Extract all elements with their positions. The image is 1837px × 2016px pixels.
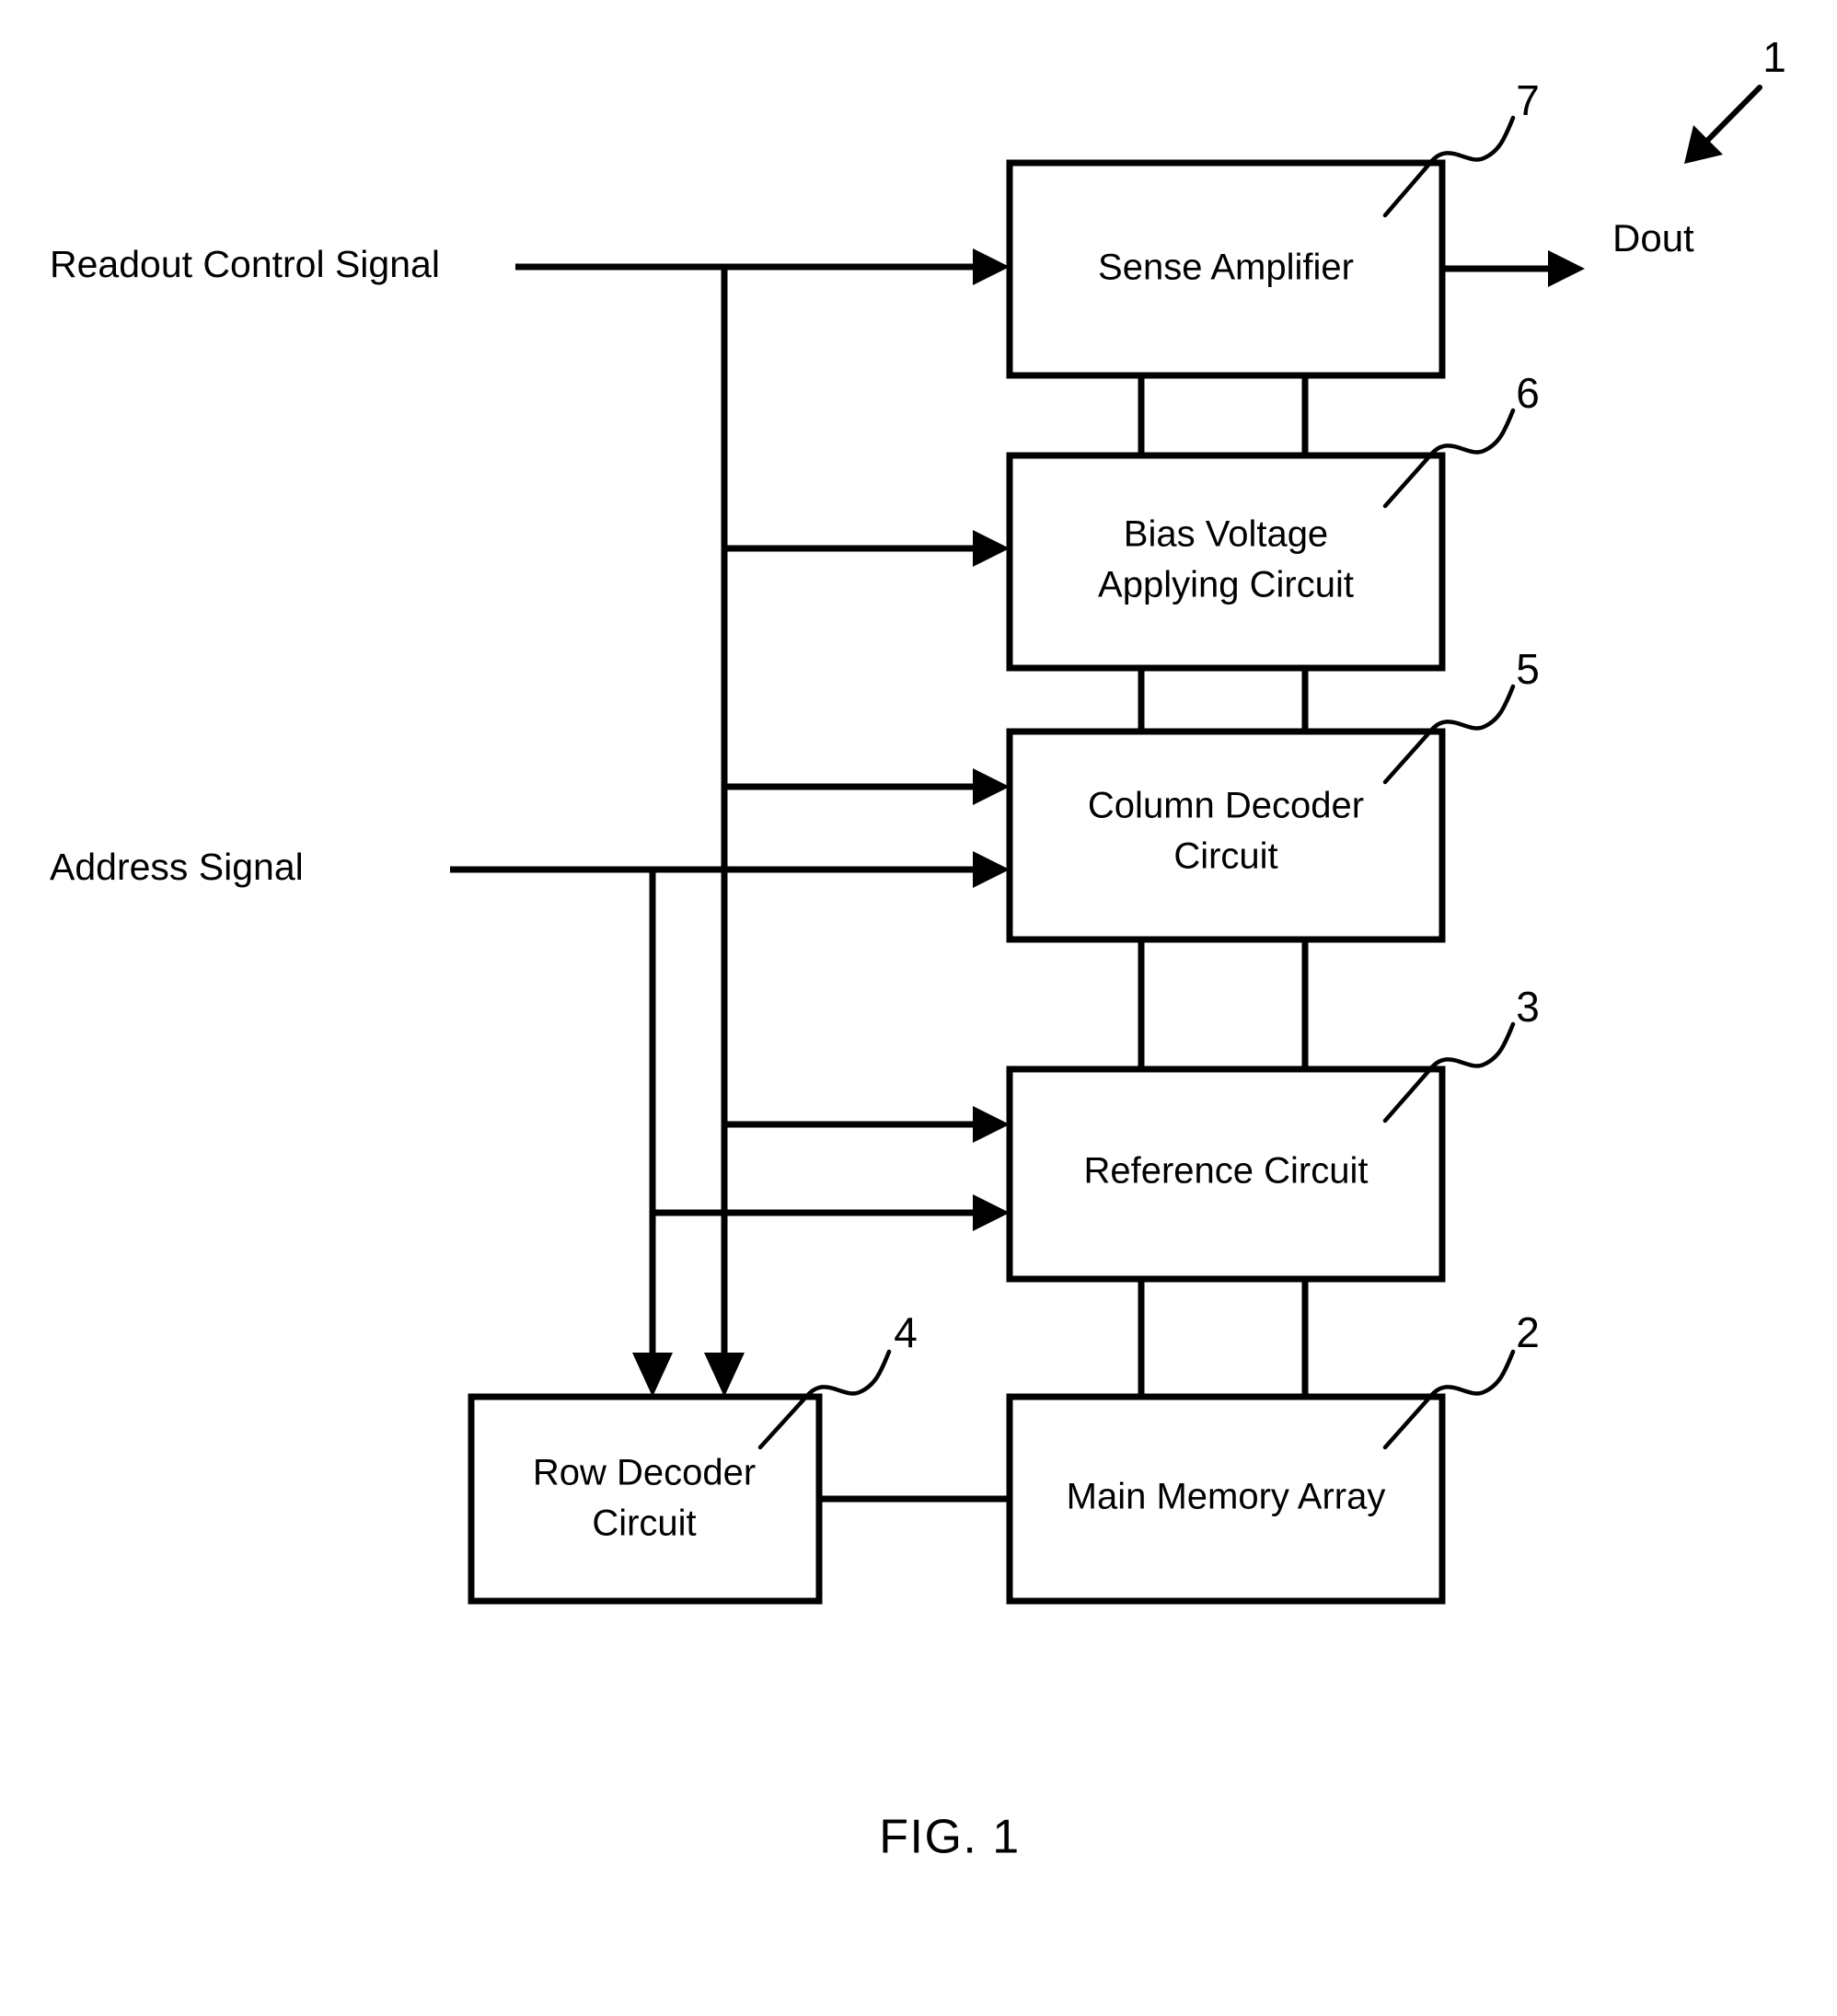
ref-number-7: 7 <box>1516 76 1540 124</box>
arrowhead-readout-to-sense-amplifier <box>973 248 1010 285</box>
label-sense-amplifier: Sense Amplifier <box>1098 248 1354 288</box>
label-column-decoder-line1: Column Decoder <box>1088 786 1364 826</box>
block-bias-voltage-applying-circuit <box>1006 452 1446 672</box>
label-column-decoder-line2: Circuit <box>1173 836 1277 877</box>
label-dout: Dout <box>1612 216 1694 259</box>
arrowhead-address-to-reference-circuit <box>973 1194 1010 1231</box>
arrowhead-address-to-column-decoder <box>973 851 1010 888</box>
ref-number-3: 3 <box>1516 983 1540 1031</box>
block-diagram-canvas: Sense Amplifier Bias Voltage Applying Ci… <box>50 33 1786 1864</box>
label-address-signal: Address Signal <box>50 846 304 888</box>
arrowhead-readout-to-column-decoder <box>973 768 1010 805</box>
arrowhead-dout <box>1548 250 1585 287</box>
ref-number-1: 1 <box>1762 33 1786 81</box>
arrowhead-readout-to-bias-voltage <box>973 530 1010 567</box>
arrowhead-readout-to-reference-circuit <box>973 1106 1010 1143</box>
block-row-decoder-circuit <box>468 1393 823 1605</box>
ref-number-5: 5 <box>1516 645 1540 693</box>
leader-ref-1 <box>1698 85 1762 150</box>
arrowhead-readout-to-row-decoder <box>704 1353 745 1397</box>
label-reference-circuit: Reference Circuit <box>1083 1151 1368 1192</box>
ref-number-6: 6 <box>1516 369 1540 417</box>
figure-caption: FIG. 1 <box>879 1811 1020 1864</box>
patent-figure: Sense Amplifier Bias Voltage Applying Ci… <box>0 0 1837 2016</box>
label-main-memory-array: Main Memory Array <box>1067 1477 1386 1517</box>
ref-number-4: 4 <box>894 1308 918 1356</box>
arrowhead-address-to-row-decoder <box>632 1353 673 1397</box>
label-row-decoder-line1: Row Decoder <box>533 1453 756 1493</box>
label-row-decoder-line2: Circuit <box>592 1503 696 1544</box>
ref-number-2: 2 <box>1516 1308 1540 1356</box>
label-bias-voltage-line2: Applying Circuit <box>1098 565 1354 605</box>
label-bias-voltage-line1: Bias Voltage <box>1124 514 1328 555</box>
label-readout-control-signal: Readout Control Signal <box>50 243 440 285</box>
